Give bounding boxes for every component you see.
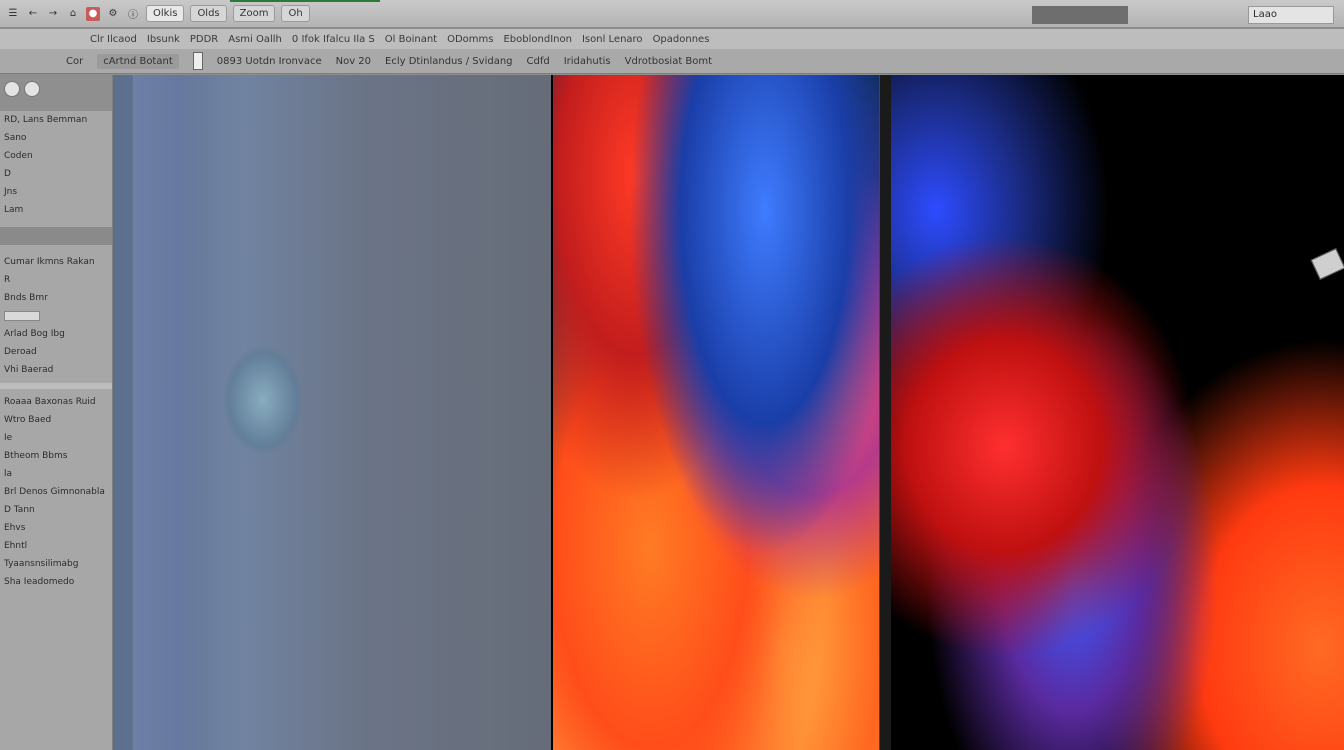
toolbar2-item-7[interactable]: EboblondInon <box>503 34 571 45</box>
panel-row: Sano <box>4 133 27 143</box>
toolbar2-item-1[interactable]: Ibsunk <box>147 34 180 45</box>
secondary-toolbar: Clr Ilcaod Ibsunk PDDR Asmi Oallh 0 Ifok… <box>0 29 1344 49</box>
panel-row: la <box>4 469 13 479</box>
transform-handle[interactable] <box>1310 248 1344 280</box>
panel-row: Bnds Bmr <box>4 293 48 303</box>
panel-section-divider <box>0 227 112 245</box>
panel-row: Coden <box>4 151 33 161</box>
panel-row[interactable]: D Tann <box>0 501 112 519</box>
panel-row[interactable]: Brl Denos Gimnonabla <box>0 483 112 501</box>
opacity-slider[interactable] <box>4 311 40 321</box>
panel-option-icon[interactable] <box>24 81 40 97</box>
zoom-field[interactable]: Laao <box>1248 6 1334 24</box>
options-bar: Cor cArtnd Botant 0893 Uotdn Ironvace No… <box>0 49 1344 74</box>
section-title: Cumar Ikmns Rakan <box>4 257 95 267</box>
toolbar2-item-2[interactable]: PDDR <box>190 34 218 45</box>
glow-spot <box>223 345 303 455</box>
tab-3[interactable]: Oh <box>281 5 310 22</box>
panel-header <box>0 75 112 111</box>
toolbar2-item-5[interactable]: Ol Boinant <box>385 34 437 45</box>
text-cursor-icon[interactable] <box>192 52 203 70</box>
settings-icon[interactable]: ⚙ <box>106 7 120 21</box>
app-menu-icon[interactable]: ☰ <box>6 7 20 21</box>
options-field-2[interactable]: 0893 Uotdn Ironvace <box>217 56 322 67</box>
panel-row: R <box>4 275 11 285</box>
toolbar2-item-6[interactable]: ODomms <box>447 34 493 45</box>
app-topbar: ☰ ← → ⌂ ● ⚙ ⓘ Olkis Olds Zoom Oh Laao <box>0 0 1344 28</box>
panel-row[interactable]: Sha Ieadomedo <box>0 573 112 591</box>
toolbar2-item-9[interactable]: Opadonnes <box>653 34 710 45</box>
search-box[interactable] <box>1032 6 1128 24</box>
canvas-pane-left[interactable] <box>113 75 551 750</box>
options-field-6[interactable]: Iridahutis <box>564 56 611 67</box>
back-icon[interactable]: ← <box>26 7 40 21</box>
info-icon[interactable]: ⓘ <box>126 7 140 21</box>
options-label: Cor <box>66 55 84 67</box>
active-accent-line <box>230 0 380 2</box>
toolbar2-item-8[interactable]: Isonl Lenaro <box>582 34 643 45</box>
options-field-4[interactable]: Ecly Dtinlandus / Svidang <box>385 56 513 67</box>
panel-row[interactable]: Ehvs <box>0 519 112 537</box>
panel-toggle-icon[interactable] <box>4 81 20 97</box>
tab-1[interactable]: Olds <box>190 5 227 22</box>
panel-row[interactable]: Tyaansnsilimabg <box>0 555 112 573</box>
record-icon[interactable]: ● <box>86 6 100 21</box>
tab-2[interactable]: Zoom <box>232 5 276 22</box>
forward-icon[interactable]: → <box>46 7 60 21</box>
panel-row: Jns <box>4 187 18 197</box>
panel-row: Lam <box>4 205 24 215</box>
home-icon[interactable]: ⌂ <box>66 7 80 21</box>
blue-streak <box>133 75 223 750</box>
panel-row: RD, Lans Bemman <box>4 115 88 125</box>
panel-row: Arlad Bog Ibg <box>4 329 65 339</box>
panel-row: Vhi Baerad <box>4 365 54 375</box>
options-field-1[interactable]: cArtnd Botant <box>97 53 179 69</box>
options-field-3[interactable]: Nov 20 <box>336 56 371 67</box>
panel-row: Roaaa Baxonas Ruid <box>4 397 96 407</box>
panel-row: Wtro Baed <box>4 415 52 425</box>
panel-row[interactable]: Btheom Bbms <box>0 447 112 465</box>
panel-row: D <box>4 169 11 179</box>
panel-separator <box>0 383 112 389</box>
canvas-pane-middle[interactable] <box>553 75 879 750</box>
options-field-7[interactable]: Vdrotbosiat Bomt <box>625 56 712 67</box>
options-field-5[interactable]: Cdfd <box>527 56 550 67</box>
toolbar2-item-0[interactable]: Clr Ilcaod <box>90 34 137 45</box>
panel-row: Deroad <box>4 347 37 357</box>
toolbar2-item-4[interactable]: 0 Ifok Ifalcu Ila S <box>292 34 375 45</box>
toolbar2-item-3[interactable]: Asmi Oallh <box>228 34 282 45</box>
panel-row[interactable]: Ehntl <box>0 537 112 555</box>
canvas-pane-right[interactable] <box>891 75 1344 750</box>
tab-0[interactable]: Olkis <box>146 5 185 22</box>
properties-panel: RD, Lans Bemman Sano Coden D Jns Lam Cum… <box>0 75 113 750</box>
panel-row: Ie <box>4 433 13 443</box>
canvas-viewport[interactable] <box>113 75 1344 750</box>
